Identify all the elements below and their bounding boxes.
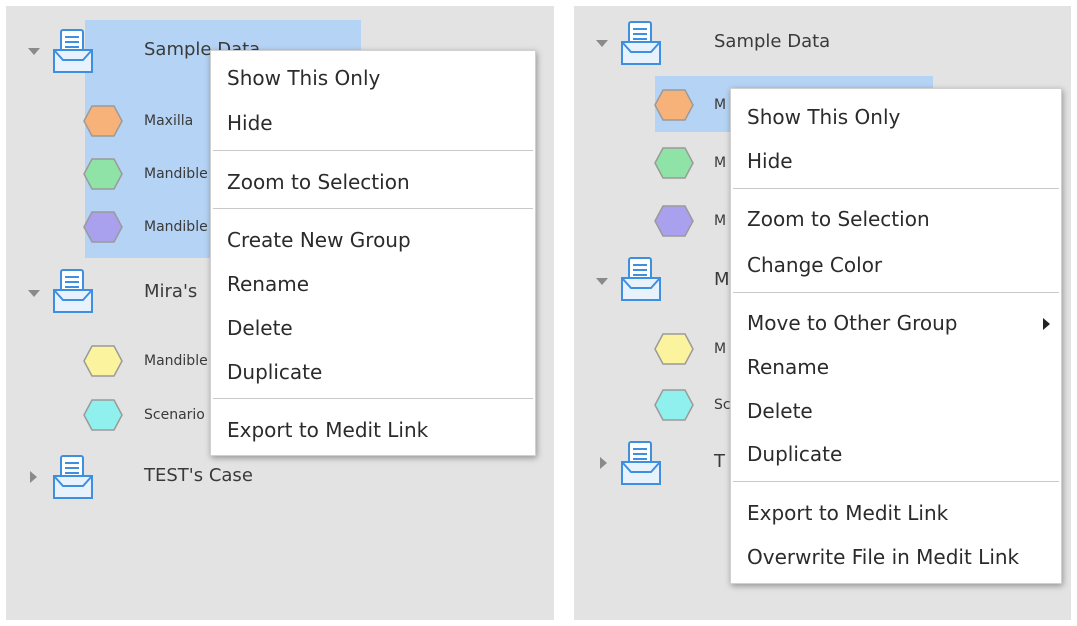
submenu-arrow-icon [1043,318,1050,330]
group-label: T [714,451,725,472]
item-label: Maxilla [144,113,194,129]
purple-hexagon-icon [83,211,123,243]
menu-item-delete[interactable]: Delete [747,399,813,423]
expand-arrow-icon[interactable] [596,40,608,47]
item-label: Scenario [144,407,205,423]
menu-item-delete[interactable]: Delete [227,316,293,340]
tree-item[interactable]: M [574,328,734,374]
menu-item-hide[interactable]: Hide [227,111,273,135]
menu-separator [213,398,533,399]
case-folder-icon [48,268,98,316]
tree-group[interactable]: T [574,440,734,486]
menu-item-export-to-medit-link[interactable]: Export to Medit Link [747,501,948,525]
green-hexagon-icon [83,158,123,190]
expand-arrow-icon[interactable] [596,278,608,285]
tree-item-scenario[interactable]: Scenario [6,394,216,440]
menu-item-show-this-only[interactable]: Show This Only [227,66,380,90]
menu-separator [733,188,1059,189]
item-label: Mandible [144,219,208,235]
case-folder-icon [48,28,98,76]
case-folder-icon [616,20,666,68]
tree-group-tests-case[interactable]: TEST's Case [6,454,366,500]
group-label: M [714,269,730,290]
tree-group-sample-data[interactable]: Sample Data [574,20,934,66]
purple-hexagon-icon [654,205,694,237]
cyan-hexagon-icon [83,399,123,431]
menu-separator [733,481,1059,482]
case-folder-icon [616,256,666,304]
menu-item-duplicate[interactable]: Duplicate [747,442,842,466]
tree-item[interactable]: M [574,200,734,246]
tree-item-maxilla[interactable]: Maxilla [6,100,216,146]
menu-separator [213,150,533,151]
tree-item-mandible[interactable]: Mandible [6,340,216,386]
item-label: M [714,341,727,357]
case-folder-icon [616,440,666,488]
yellow-hexagon-icon [83,345,123,377]
menu-item-rename[interactable]: Rename [227,272,309,296]
tree-item-mandible[interactable]: Mandible [6,206,216,252]
menu-item-show-this-only[interactable]: Show This Only [747,105,900,129]
collapse-arrow-icon[interactable] [600,457,607,469]
group-label: Sample Data [714,31,831,52]
tree-item[interactable]: Sc [574,384,734,430]
item-label: Sc [714,397,731,413]
tree-item-mandible[interactable]: Mandible [6,153,216,199]
item-label: Mandible [144,353,208,369]
expand-arrow-icon[interactable] [28,290,40,297]
context-menu: Show This Only Hide Zoom to Selection Ch… [730,88,1062,584]
menu-item-duplicate[interactable]: Duplicate [227,360,322,384]
yellow-hexagon-icon [654,333,694,365]
orange-hexagon-icon [83,105,123,137]
group-label: TEST's Case [144,465,253,486]
tree-group[interactable]: M [574,256,734,302]
object-tree-panel-right: Sample Data M M M M M Sc T Show This Onl… [574,6,1071,620]
menu-item-export-to-medit-link[interactable]: Export to Medit Link [227,418,428,442]
menu-item-change-color[interactable]: Change Color [747,253,882,277]
item-label: M [714,213,727,229]
tree-group-miras[interactable]: Mira's [6,268,216,314]
menu-separator [733,292,1059,293]
context-menu: Show This Only Hide Zoom to Selection Cr… [210,50,536,456]
orange-hexagon-icon [654,89,694,121]
cyan-hexagon-icon [654,389,694,421]
item-label: M [714,97,727,113]
item-label: M [714,155,727,171]
case-folder-icon [48,454,98,502]
item-label: Mandible [144,166,208,182]
menu-item-create-new-group[interactable]: Create New Group [227,228,411,252]
menu-item-hide[interactable]: Hide [747,149,793,173]
object-tree-panel-left: Sample Data Maxilla Mandible Mandible Mi… [6,6,554,620]
menu-separator [213,208,533,209]
collapse-arrow-icon[interactable] [30,471,37,483]
group-label: Mira's [144,281,198,302]
menu-item-move-to-other-group[interactable]: Move to Other Group [747,311,957,335]
expand-arrow-icon[interactable] [28,48,40,55]
menu-item-zoom-to-selection[interactable]: Zoom to Selection [747,207,930,231]
menu-item-zoom-to-selection[interactable]: Zoom to Selection [227,170,410,194]
menu-item-rename[interactable]: Rename [747,355,829,379]
menu-item-overwrite-file-in-medit-link[interactable]: Overwrite File in Medit Link [747,545,1019,569]
green-hexagon-icon [654,147,694,179]
tree-item[interactable]: M [574,142,734,188]
